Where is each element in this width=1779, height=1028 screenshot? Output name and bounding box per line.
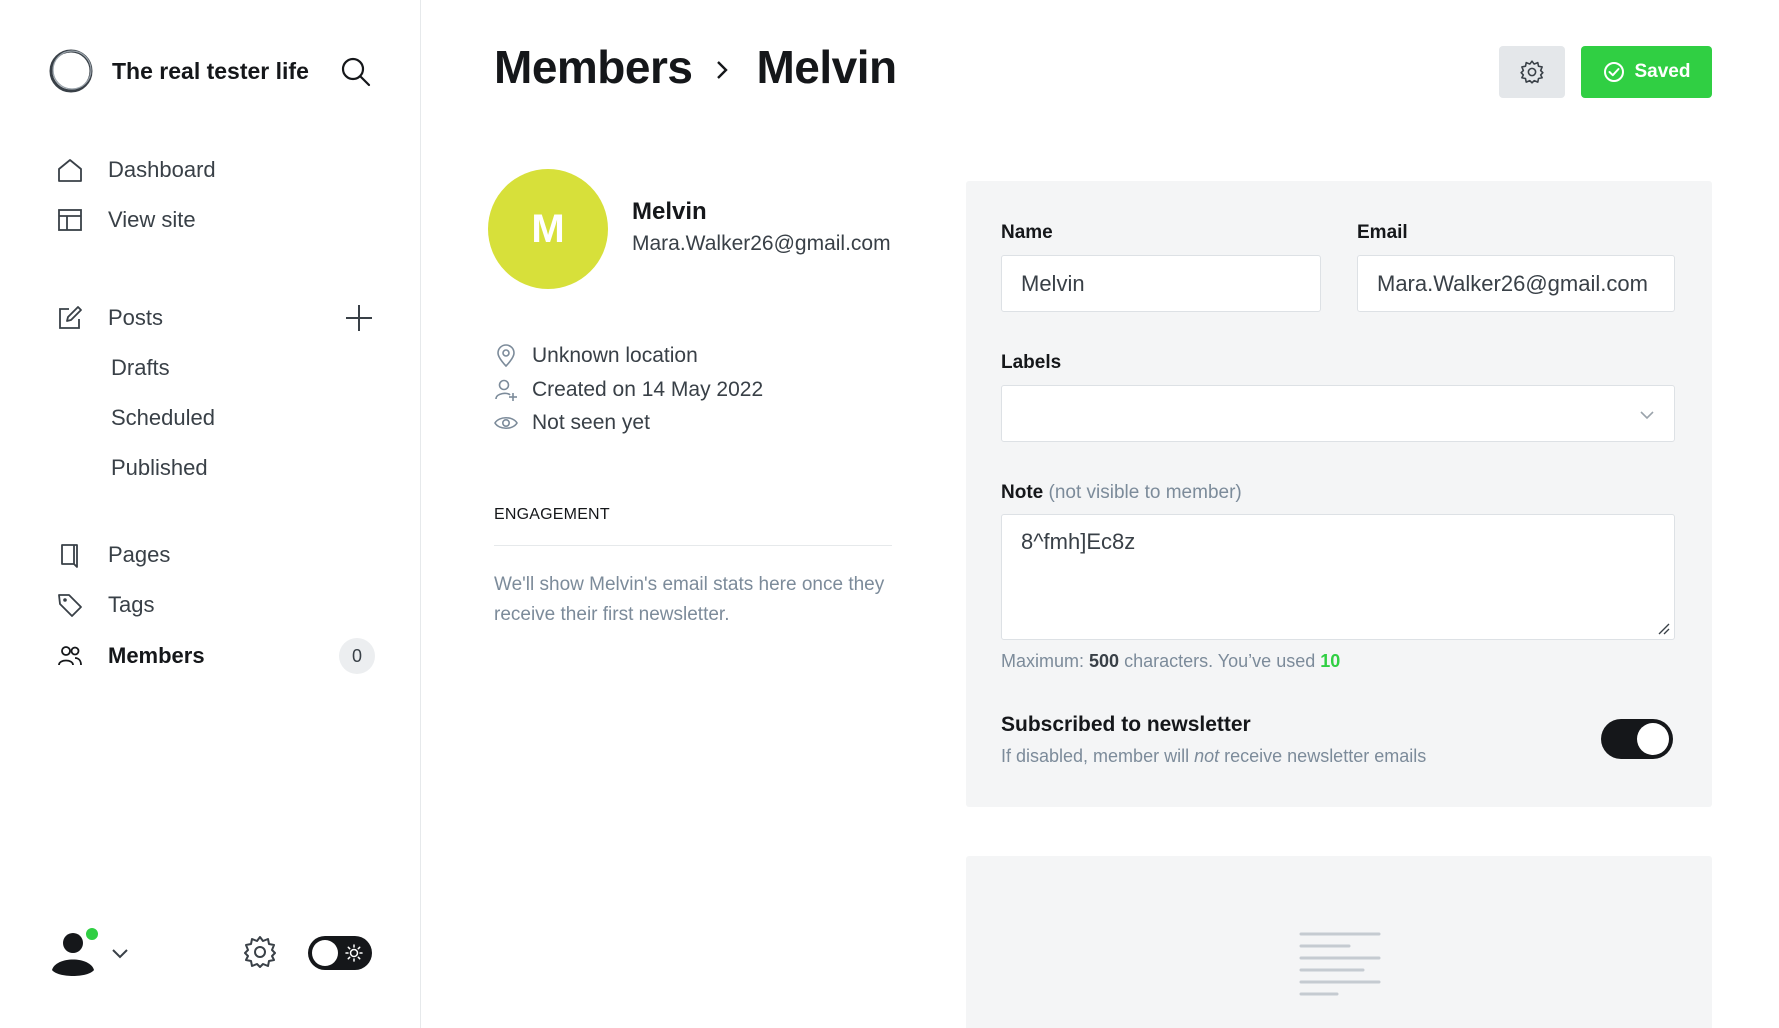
sidebar-item-label: Pages: [108, 542, 171, 567]
page-icon: [56, 541, 84, 569]
counter-max: 500: [1089, 651, 1120, 671]
sidebar-item-label: Drafts: [111, 355, 170, 380]
email-field-value: Mara.Walker26@gmail.com: [1377, 270, 1648, 296]
resize-handle-icon[interactable]: [1658, 623, 1670, 635]
newsletter-desc-em: not: [1194, 746, 1220, 766]
sidebar-item-label: Posts: [108, 305, 164, 330]
sidebar-item-scheduled[interactable]: Scheduled: [111, 400, 215, 436]
note-label-text: Note: [1001, 482, 1044, 503]
search-icon[interactable]: [340, 56, 372, 88]
name-field[interactable]: Melvin: [1001, 255, 1321, 312]
user-add-icon: [494, 378, 518, 402]
sidebar-item-label: Published: [111, 455, 208, 480]
member-last-seen: Not seen yet: [494, 408, 650, 438]
layout-icon: [56, 206, 84, 234]
edit-icon: [56, 304, 84, 332]
gear-icon[interactable]: [242, 934, 278, 970]
eye-icon: [494, 411, 518, 435]
member-created: Created on 14 May 2022: [494, 375, 763, 405]
sidebar-item-label: Members: [108, 643, 205, 668]
toggle-knob: [312, 940, 338, 966]
sidebar: The real tester life Dashboard View site…: [0, 0, 421, 1028]
email-field[interactable]: Mara.Walker26@gmail.com: [1357, 255, 1675, 312]
tag-icon: [56, 591, 84, 619]
sidebar-item-view-site[interactable]: View site: [56, 200, 196, 240]
member-email: Mara.Walker26@gmail.com: [632, 232, 891, 255]
plus-icon[interactable]: [343, 302, 375, 334]
counter-prefix: Maximum:: [1001, 651, 1085, 671]
note-label: Note (not visible to member): [1001, 482, 1242, 504]
member-name: Melvin: [632, 198, 707, 225]
chevron-right-icon: [717, 61, 729, 79]
member-location-text: Unknown location: [532, 344, 698, 367]
ghost-ring-icon: [49, 49, 93, 93]
note-textarea[interactable]: 8^fmh]Ec8z: [1001, 514, 1675, 640]
toggle-knob: [1637, 723, 1669, 755]
counter-mid: characters. You’ve used: [1124, 651, 1316, 671]
chevron-down-icon: [1640, 411, 1654, 420]
name-label: Name: [1001, 222, 1053, 243]
sidebar-item-drafts[interactable]: Drafts: [111, 350, 170, 386]
sidebar-item-label: View site: [108, 207, 196, 232]
sidebar-item-tags[interactable]: Tags: [56, 585, 154, 625]
sidebar-item-published[interactable]: Published: [111, 450, 208, 486]
name-field-value: Melvin: [1021, 270, 1085, 296]
brand[interactable]: The real tester life: [48, 48, 309, 94]
member-created-text: Created on 14 May 2022: [532, 378, 764, 401]
member-location: Unknown location: [494, 341, 698, 371]
note-character-counter: Maximum: 500 characters. You’ve used 10: [1001, 651, 1340, 672]
save-button-label: Saved: [1634, 61, 1691, 82]
members-count-badge: 0: [339, 638, 375, 674]
online-status-dot: [84, 926, 100, 942]
theme-toggle[interactable]: [308, 936, 372, 970]
newsletter-desc-post: receive newsletter emails: [1224, 746, 1427, 766]
counter-used: 10: [1320, 651, 1341, 671]
newsletter-toggle[interactable]: [1601, 719, 1673, 759]
sidebar-item-members[interactable]: Members: [56, 636, 205, 676]
sidebar-item-dashboard[interactable]: Dashboard: [56, 150, 216, 190]
sidebar-item-label: Scheduled: [111, 405, 215, 430]
engagement-heading: ENGAGEMENT: [494, 506, 610, 523]
chevron-down-icon[interactable]: [110, 944, 130, 964]
gear-icon: [1520, 60, 1544, 84]
check-circle-icon: [1603, 62, 1624, 82]
labels-label: Labels: [1001, 352, 1062, 373]
newsletter-description: If disabled, member will not receive new…: [1001, 746, 1426, 767]
note-textarea-value: 8^fmh]Ec8z: [1021, 529, 1136, 554]
newsletter-desc-pre: If disabled, member will: [1001, 746, 1190, 766]
members-icon: [56, 642, 84, 670]
sidebar-item-label: Tags: [108, 592, 155, 617]
member-avatar: M: [488, 169, 608, 289]
home-icon: [56, 156, 84, 184]
site-title: The real tester life: [112, 57, 309, 84]
sidebar-item-label: Dashboard: [108, 157, 216, 182]
location-pin-icon: [494, 344, 518, 368]
breadcrumb-members-link[interactable]: Members: [494, 40, 693, 94]
save-button[interactable]: Saved: [1581, 46, 1712, 98]
sidebar-item-pages[interactable]: Pages: [56, 535, 170, 575]
engagement-empty-text: We'll show Melvin's email stats here onc…: [494, 574, 885, 625]
divider: [494, 545, 892, 546]
labels-select[interactable]: [1001, 385, 1675, 442]
newsletter-title: Subscribed to newsletter: [1001, 713, 1251, 736]
member-settings-button[interactable]: [1499, 46, 1565, 98]
email-label: Email: [1357, 222, 1408, 243]
note-hint: (not visible to member): [1048, 482, 1242, 503]
member-initial: M: [531, 206, 565, 251]
member-last-seen-text: Not seen yet: [532, 411, 650, 434]
page-title: Melvin: [756, 41, 897, 93]
sun-icon: [345, 944, 363, 962]
document-lines-icon: [1299, 932, 1381, 996]
sidebar-item-posts[interactable]: Posts: [56, 298, 163, 338]
breadcrumb: Members Melvin: [494, 40, 897, 94]
